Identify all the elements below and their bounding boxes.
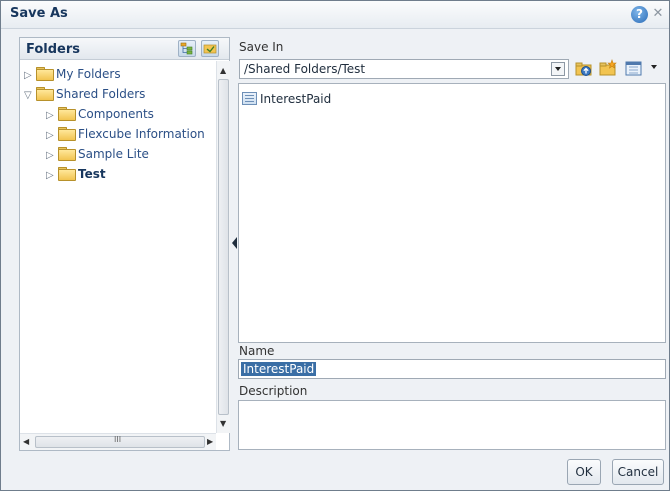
- name-label: Name: [239, 344, 275, 358]
- file-list: InterestPaid: [238, 83, 666, 343]
- folders-title: Folders: [26, 42, 81, 57]
- scroll-up-icon[interactable]: ▲: [220, 66, 226, 75]
- folder-icon: [58, 147, 76, 161]
- cancel-button[interactable]: Cancel: [612, 459, 664, 485]
- name-field[interactable]: InterestPaid: [238, 359, 666, 379]
- help-icon[interactable]: ?: [631, 6, 648, 23]
- folder-collapse-icon[interactable]: [201, 40, 219, 57]
- scroll-down-icon[interactable]: ▼: [220, 419, 226, 428]
- list-item[interactable]: InterestPaid: [242, 91, 331, 107]
- collapse-pane-icon[interactable]: [232, 237, 237, 249]
- list-item-label: InterestPaid: [260, 92, 332, 106]
- scroll-right-icon[interactable]: ▶: [207, 437, 213, 446]
- view-mode-icon[interactable]: [624, 59, 644, 79]
- expand-arrow-icon[interactable]: ▷: [46, 167, 58, 185]
- scrollbar-thumb[interactable]: III: [35, 435, 205, 448]
- tree-item-shared-folders[interactable]: ▽ Shared Folders: [24, 85, 145, 103]
- folder-icon: [58, 107, 76, 121]
- dialog-title: Save As: [10, 6, 68, 21]
- close-icon[interactable]: ✕: [651, 7, 665, 21]
- folder-open-icon: [36, 87, 54, 101]
- expand-arrow-icon[interactable]: ▷: [24, 67, 36, 85]
- folder-tree-icon[interactable]: [178, 40, 196, 57]
- scrollbar-thumb[interactable]: [218, 79, 229, 415]
- tree-item-label: Sample Lite: [78, 147, 149, 161]
- tree-item-label: Components: [78, 107, 154, 121]
- tree-item-label: Flexcube Information: [78, 127, 205, 141]
- scrollbar-grip: III: [114, 435, 122, 444]
- tree-item-label: Test: [78, 167, 106, 181]
- analysis-icon: [242, 92, 257, 105]
- expand-arrow-icon[interactable]: ▷: [46, 147, 58, 165]
- save-as-dialog: Save As ? ✕ Folders ▷ My Folders ▽ Share…: [0, 0, 670, 491]
- folder-icon: [58, 127, 76, 141]
- expand-arrow-icon[interactable]: ▷: [46, 127, 58, 145]
- name-field-value: InterestPaid: [241, 362, 317, 376]
- folder-icon: [58, 167, 76, 181]
- folders-horizontal-scrollbar[interactable]: ◀ III ▶: [20, 433, 216, 450]
- description-field[interactable]: [238, 400, 666, 450]
- tree-item-flexcube-information[interactable]: ▷ Flexcube Information: [46, 125, 205, 143]
- save-in-label: Save In: [239, 40, 284, 54]
- folders-vertical-scrollbar[interactable]: ▲ ▼: [216, 61, 230, 433]
- tree-item-my-folders[interactable]: ▷ My Folders: [24, 65, 121, 83]
- collapse-arrow-icon[interactable]: ▽: [24, 87, 36, 105]
- tree-item-components[interactable]: ▷ Components: [46, 105, 154, 123]
- chevron-down-icon[interactable]: [551, 62, 565, 76]
- save-in-path-select[interactable]: /Shared Folders/Test: [239, 59, 569, 79]
- tree-item-sample-lite[interactable]: ▷ Sample Lite: [46, 145, 149, 163]
- save-in-path: /Shared Folders/Test: [244, 62, 366, 76]
- folders-pane: Folders ▷ My Folders ▽ Shared Folders ▷ …: [19, 37, 230, 451]
- folder-icon: [36, 67, 54, 81]
- scroll-left-icon[interactable]: ◀: [23, 437, 29, 446]
- up-folder-icon[interactable]: [574, 59, 594, 79]
- pane-splitter[interactable]: [230, 233, 237, 255]
- view-mode-dropdown-icon[interactable]: [651, 65, 657, 69]
- expand-arrow-icon[interactable]: ▷: [46, 107, 58, 125]
- title-bar: Save As ? ✕: [1, 1, 669, 29]
- tree-item-test[interactable]: ▷ Test: [46, 165, 106, 183]
- new-folder-icon[interactable]: [598, 59, 618, 79]
- folders-header: Folders: [20, 38, 229, 60]
- folder-tree: ▷ My Folders ▽ Shared Folders ▷ Components …: [20, 61, 216, 433]
- ok-button[interactable]: OK: [567, 459, 601, 485]
- description-label: Description: [239, 384, 308, 398]
- tree-item-label: My Folders: [56, 67, 121, 81]
- tree-item-label: Shared Folders: [56, 87, 146, 101]
